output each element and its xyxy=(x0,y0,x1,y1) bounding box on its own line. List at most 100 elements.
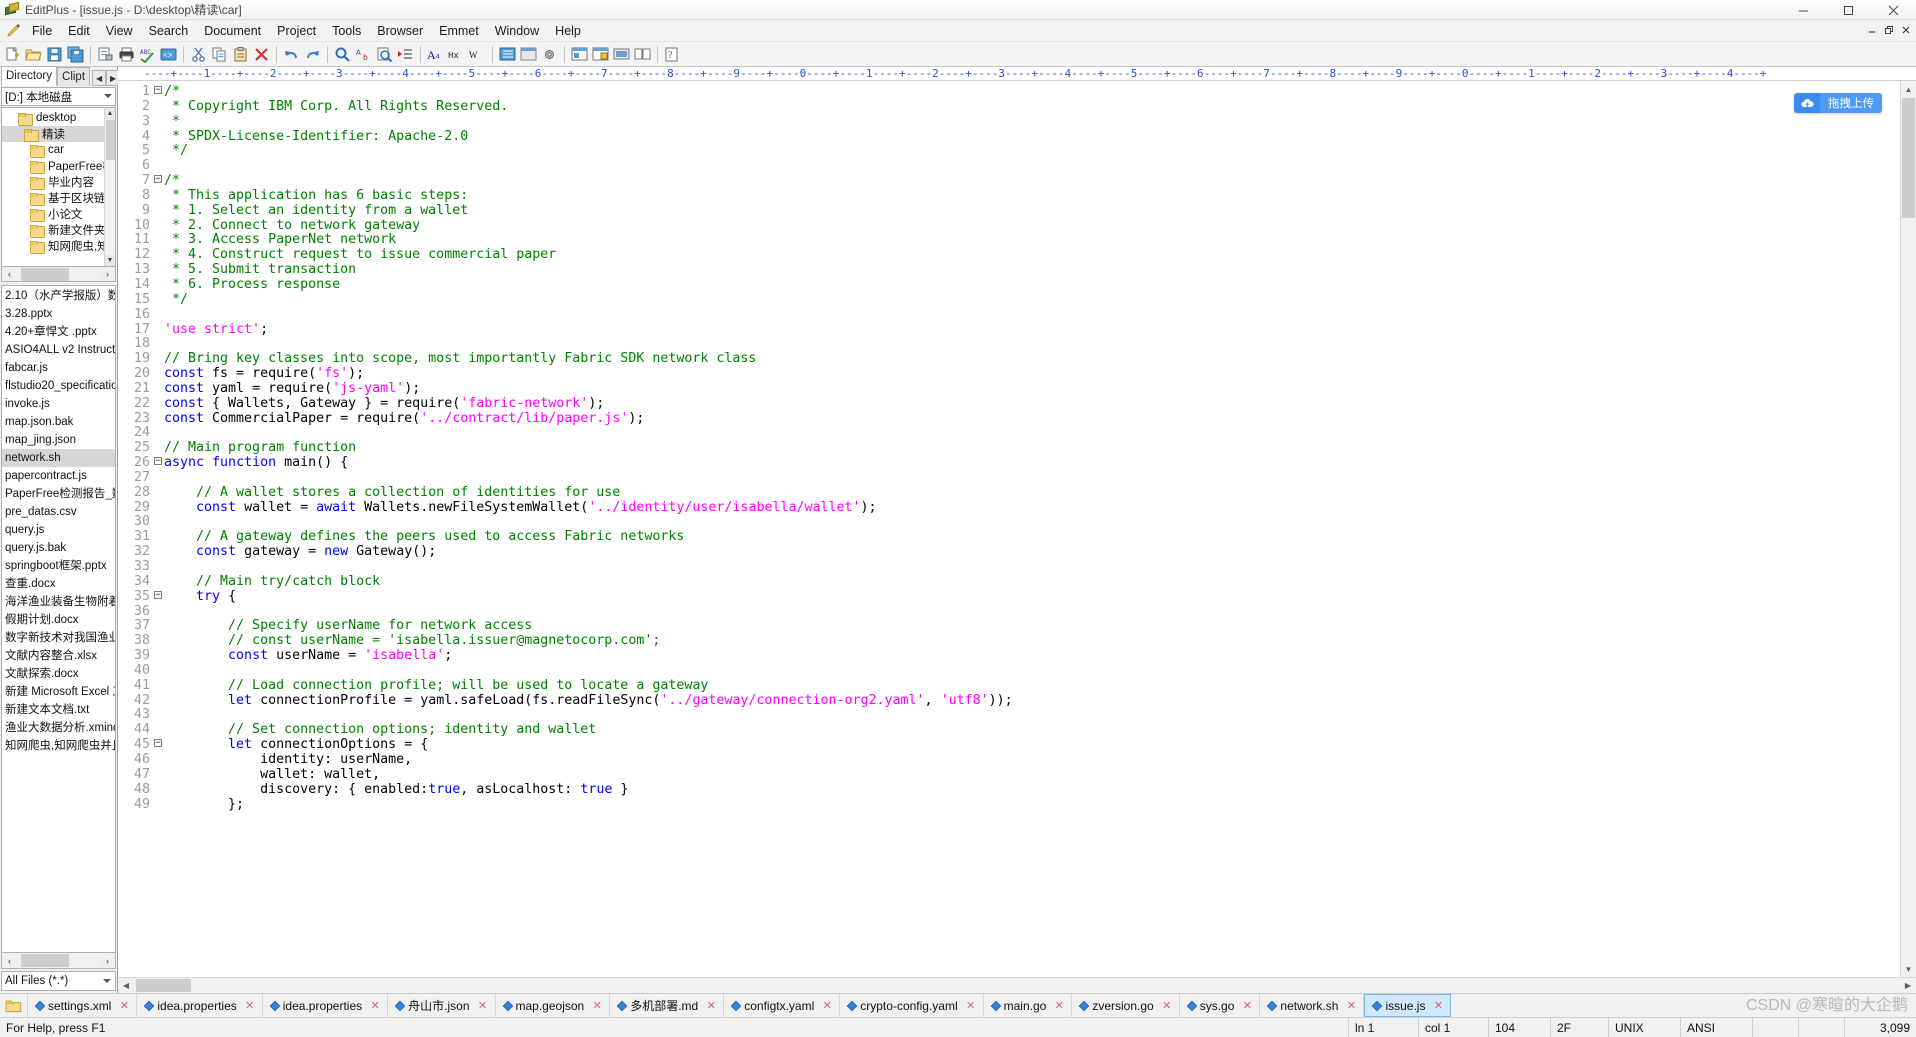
hex-view-icon[interactable]: Hx xyxy=(446,44,467,65)
fold-collapse-icon[interactable]: − xyxy=(152,85,164,100)
open-file-icon[interactable] xyxy=(23,44,44,65)
menu-project[interactable]: Project xyxy=(269,21,324,41)
close-icon[interactable]: ✕ xyxy=(706,999,716,1012)
editor-hscroll-track[interactable] xyxy=(134,978,1900,993)
file-list-item[interactable]: query.js xyxy=(2,521,115,539)
file-list-item[interactable]: 4.20+章悍文 .pptx xyxy=(2,323,115,341)
file-filter-dropdown[interactable]: All Files (*.*) xyxy=(1,971,116,991)
fold-collapse-icon[interactable]: − xyxy=(152,590,164,605)
file-list-item[interactable]: ASIO4ALL v2 Instructio xyxy=(2,341,115,359)
tree-item[interactable]: 精读 xyxy=(2,126,104,142)
filelist-hscroll-thumb[interactable] xyxy=(21,954,69,967)
filelist-hscroll-right-button[interactable]: › xyxy=(100,954,115,967)
fold-collapse-icon[interactable]: − xyxy=(152,456,164,471)
find-icon[interactable] xyxy=(332,44,353,65)
menu-view[interactable]: View xyxy=(98,21,141,41)
file-list-item[interactable]: 数字新技术对我国渔业养 xyxy=(2,629,115,647)
close-icon[interactable]: ✕ xyxy=(1346,999,1356,1012)
file-list[interactable]: 2.10（水产学报版）数字3.28.pptx4.20+章悍文 .pptxASIO… xyxy=(1,285,116,953)
fold-collapse-icon[interactable]: − xyxy=(152,738,164,753)
file-list-item[interactable]: 新建 Microsoft Excel 工 xyxy=(2,683,115,701)
ftp-upload-icon[interactable] xyxy=(590,44,611,65)
close-icon[interactable]: ✕ xyxy=(592,999,602,1012)
close-icon[interactable]: ✕ xyxy=(1054,999,1064,1012)
window-tile-icon[interactable] xyxy=(632,44,653,65)
editor-vscroll-thumb[interactable] xyxy=(1902,98,1915,218)
document-tab[interactable]: main.go ✕ xyxy=(983,994,1073,1017)
menu-tools[interactable]: Tools xyxy=(324,21,369,41)
tree-item[interactable]: 知网爬虫,知网 xyxy=(2,238,104,254)
minimize-button[interactable] xyxy=(1781,0,1826,20)
mdi-close-button[interactable] xyxy=(1897,22,1914,38)
wordwrap-icon[interactable]: W xyxy=(467,44,488,65)
file-list-item[interactable]: springboot框架.pptx xyxy=(2,557,115,575)
sidebar-tab-directory[interactable]: Directory xyxy=(1,66,58,86)
file-list-item[interactable]: PaperFree检测报告_数据 xyxy=(2,485,115,503)
help-icon[interactable]: ? xyxy=(662,44,683,65)
file-list-item[interactable]: 2.10（水产学报版）数字 xyxy=(2,287,115,305)
tree-item[interactable]: desktop xyxy=(2,110,104,126)
new-file-icon[interactable] xyxy=(2,44,23,65)
close-icon[interactable]: ✕ xyxy=(1162,999,1172,1012)
drag-upload-badge[interactable]: 拖拽上传 xyxy=(1794,93,1882,113)
mdi-restore-button[interactable] xyxy=(1880,22,1897,38)
file-list-item[interactable]: flstudio20_specification xyxy=(2,377,115,395)
tree-horizontal-scrollbar[interactable]: ‹ › xyxy=(1,267,116,282)
code-area[interactable]: 拖拽上传 1−/* 2 * Copyright IBM Corp. All Rig… xyxy=(118,81,1900,977)
font-icon[interactable]: Aa xyxy=(425,44,446,65)
undo-icon[interactable] xyxy=(281,44,302,65)
tree-item[interactable]: 新建文件夹 xyxy=(2,222,104,238)
drive-selector[interactable]: [D:] 本地磁盘 xyxy=(1,87,116,106)
file-list-item[interactable]: pre_datas.csv xyxy=(2,503,115,521)
menu-document[interactable]: Document xyxy=(196,21,269,41)
file-list-item[interactable]: 文献探索.docx xyxy=(2,665,115,683)
print-icon[interactable] xyxy=(116,44,137,65)
folder-icon[interactable] xyxy=(0,994,28,1017)
close-icon[interactable]: ✕ xyxy=(966,999,976,1012)
file-list-item[interactable]: 海洋渔业装备生物附着控 xyxy=(2,593,115,611)
file-list-item[interactable]: papercontract.js xyxy=(2,467,115,485)
print-preview-icon[interactable] xyxy=(95,44,116,65)
close-icon[interactable]: ✕ xyxy=(1433,999,1443,1012)
save-icon[interactable] xyxy=(44,44,65,65)
filelist-hscroll-left-button[interactable]: ‹ xyxy=(2,954,17,967)
spellcheck-icon[interactable]: ABC xyxy=(137,44,158,65)
line-numbers-icon[interactable] xyxy=(497,44,518,65)
monitor-icon[interactable] xyxy=(611,44,632,65)
tree-item[interactable]: 毕业内容 xyxy=(2,174,104,190)
fold-collapse-icon[interactable]: − xyxy=(152,174,164,189)
tree-hscroll-thumb[interactable] xyxy=(21,267,69,281)
document-tab[interactable]: 多机部署.md ✕ xyxy=(610,994,725,1017)
file-list-item[interactable]: 文献内容整合.xlsx xyxy=(2,647,115,665)
menu-search[interactable]: Search xyxy=(141,21,197,41)
tree-vertical-scrollbar[interactable]: ▲ ▼ xyxy=(104,108,115,266)
file-list-item[interactable]: invoke.js xyxy=(2,395,115,413)
close-button[interactable] xyxy=(1871,0,1916,20)
editor-hscroll-left-button[interactable]: ◀ xyxy=(118,978,134,993)
goto-line-icon[interactable] xyxy=(395,44,416,65)
mdi-minimize-button[interactable] xyxy=(1863,22,1880,38)
menu-help[interactable]: Help xyxy=(547,21,589,41)
file-list-item[interactable]: 3.28.pptx xyxy=(2,305,115,323)
menu-browser[interactable]: Browser xyxy=(369,21,431,41)
html-tag-icon[interactable]: <> xyxy=(158,44,179,65)
document-tab[interactable]: idea.properties ✕ xyxy=(262,994,389,1017)
directory-tree[interactable]: desktop 精读 car PaperFree检毕业内容基于区块链小论文新建文件夹知… xyxy=(1,107,116,267)
file-list-item[interactable]: 新建文本文档.txt xyxy=(2,701,115,719)
file-list-item[interactable]: 假期计划.docx xyxy=(2,611,115,629)
file-list-item[interactable]: fabcar.js xyxy=(2,359,115,377)
find-in-files-icon[interactable] xyxy=(374,44,395,65)
tree-hscroll-track[interactable] xyxy=(17,267,100,281)
close-icon[interactable]: ✕ xyxy=(822,999,832,1012)
paste-icon[interactable] xyxy=(230,44,251,65)
document-tab[interactable]: configtx.yaml ✕ xyxy=(724,994,841,1017)
document-tab[interactable]: sys.go ✕ xyxy=(1179,994,1261,1017)
menu-window[interactable]: Window xyxy=(487,21,547,41)
sidebar-tab-cliptext[interactable]: Clipt xyxy=(57,67,91,86)
editor-hscroll-thumb[interactable] xyxy=(136,979,191,992)
tree-scroll-up-button[interactable]: ▲ xyxy=(104,108,115,119)
file-list-item[interactable]: map_jing.json xyxy=(2,431,115,449)
settings-icon[interactable] xyxy=(539,44,560,65)
tree-hscroll-right-button[interactable]: › xyxy=(100,267,115,281)
file-list-item[interactable]: query.js.bak xyxy=(2,539,115,557)
